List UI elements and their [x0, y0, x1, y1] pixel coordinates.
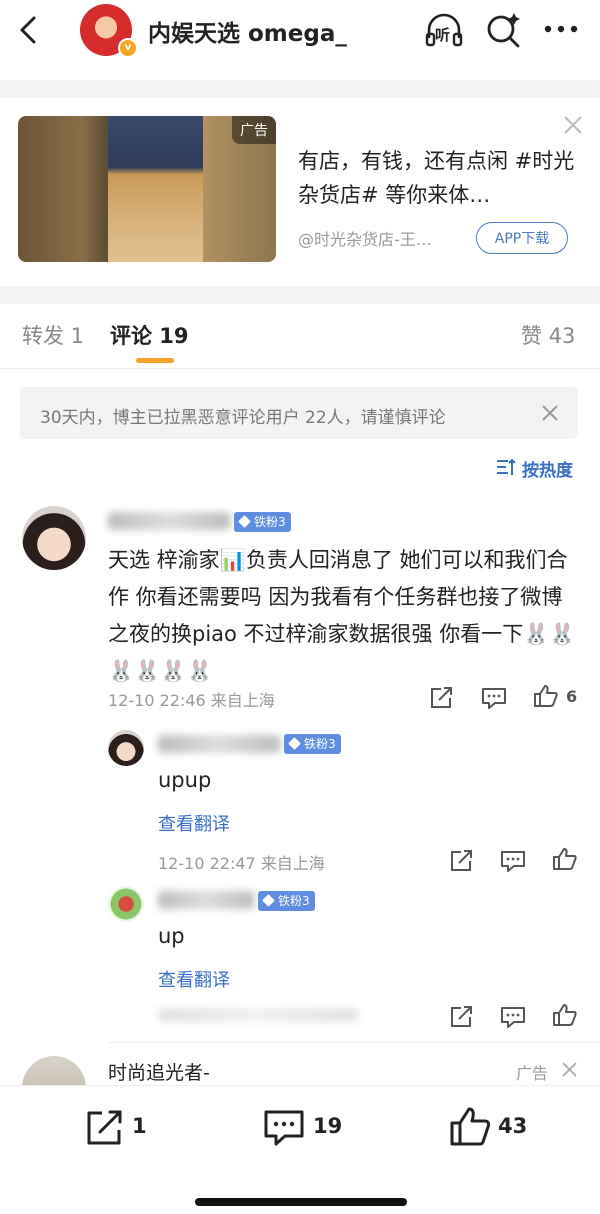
comment-count[interactable]: 19	[313, 1114, 342, 1138]
reply-name[interactable]	[158, 891, 254, 909]
reply-meta: 12-10 22:47 来自上海	[158, 854, 325, 873]
more-icon[interactable]	[542, 12, 582, 50]
sort-icon[interactable]	[496, 458, 516, 476]
tab-bar	[0, 304, 600, 369]
listen-icon[interactable]: 听	[424, 12, 464, 50]
repost-icon[interactable]	[449, 849, 475, 873]
listen-label: 听	[435, 26, 451, 44]
repost-icon[interactable]	[429, 686, 455, 710]
close-icon[interactable]	[561, 1061, 578, 1078]
reply-avatar[interactable]	[108, 730, 144, 766]
reply-name[interactable]	[158, 735, 280, 753]
repost-icon[interactable]	[84, 1108, 124, 1148]
ad-tag: 广告	[516, 1064, 549, 1083]
comment-icon[interactable]	[481, 686, 507, 710]
like-count[interactable]: 43	[498, 1114, 527, 1138]
tab-repost[interactable]: 转发 1	[22, 320, 84, 350]
notice-text: 30天内，博主已拉黑恶意评论用户 22人，请谨慎评论	[40, 408, 446, 428]
like-icon[interactable]	[552, 847, 578, 871]
sort-by-hot[interactable]: 按热度	[522, 456, 573, 481]
app-download-button[interactable]: APP下载	[476, 222, 568, 254]
reply-avatar[interactable]	[108, 886, 144, 922]
tab-likes[interactable]: 赞 43	[521, 320, 575, 350]
ad-text[interactable]: 有店，有钱，还有点闲 #时光杂货店# 等你来体…	[298, 144, 578, 212]
ad-image[interactable]: 广告	[18, 116, 276, 262]
reply-meta	[158, 1008, 358, 1022]
close-icon[interactable]	[541, 404, 559, 422]
tab-comments[interactable]: 评论 19	[110, 320, 189, 350]
fan-badge: 铁粉3	[258, 891, 315, 911]
comment-meta: 12-10 22:46 来自上海	[108, 691, 275, 710]
reply-text[interactable]: upup	[158, 762, 211, 799]
comment-icon[interactable]	[500, 849, 526, 873]
divider	[108, 1042, 600, 1043]
ad-source[interactable]: @时光杂货店-王…	[298, 226, 432, 250]
translate-link[interactable]: 查看翻译	[158, 810, 230, 836]
home-indicator	[195, 1198, 407, 1206]
like-icon[interactable]	[552, 1003, 578, 1027]
page-title[interactable]: 内娱天选 omega_	[148, 14, 347, 48]
like-icon[interactable]	[449, 1106, 491, 1148]
commenter-avatar[interactable]	[22, 506, 86, 570]
section-divider	[0, 80, 600, 98]
back-icon[interactable]	[14, 14, 44, 46]
section-divider	[0, 286, 600, 304]
fan-badge: 铁粉3	[234, 512, 291, 532]
like-icon[interactable]	[533, 684, 559, 708]
repost-icon[interactable]	[449, 1005, 475, 1029]
active-tab-indicator	[136, 358, 174, 363]
next-item-name[interactable]: 时尚追光者-	[108, 1058, 210, 1085]
commenter-name[interactable]	[108, 512, 230, 530]
reply-text[interactable]: up	[158, 918, 185, 955]
fan-badge: 铁粉3	[284, 734, 341, 754]
comment-icon[interactable]	[500, 1005, 526, 1029]
bottom-action-bar	[0, 1085, 600, 1214]
comment-text[interactable]: 天选 梓渝家📊负责人回消息了 她们可以和我们合作 你看还需要吗 因为我看有个任务…	[108, 542, 582, 690]
translate-link[interactable]: 查看翻译	[158, 966, 230, 992]
search-icon[interactable]	[484, 12, 524, 50]
verified-badge: v	[118, 38, 138, 58]
repost-count[interactable]: 1	[132, 1114, 147, 1138]
ad-tag: 广告	[232, 116, 276, 144]
close-icon[interactable]	[562, 114, 584, 136]
comment-icon[interactable]	[263, 1108, 305, 1148]
like-count: 6	[566, 687, 578, 706]
